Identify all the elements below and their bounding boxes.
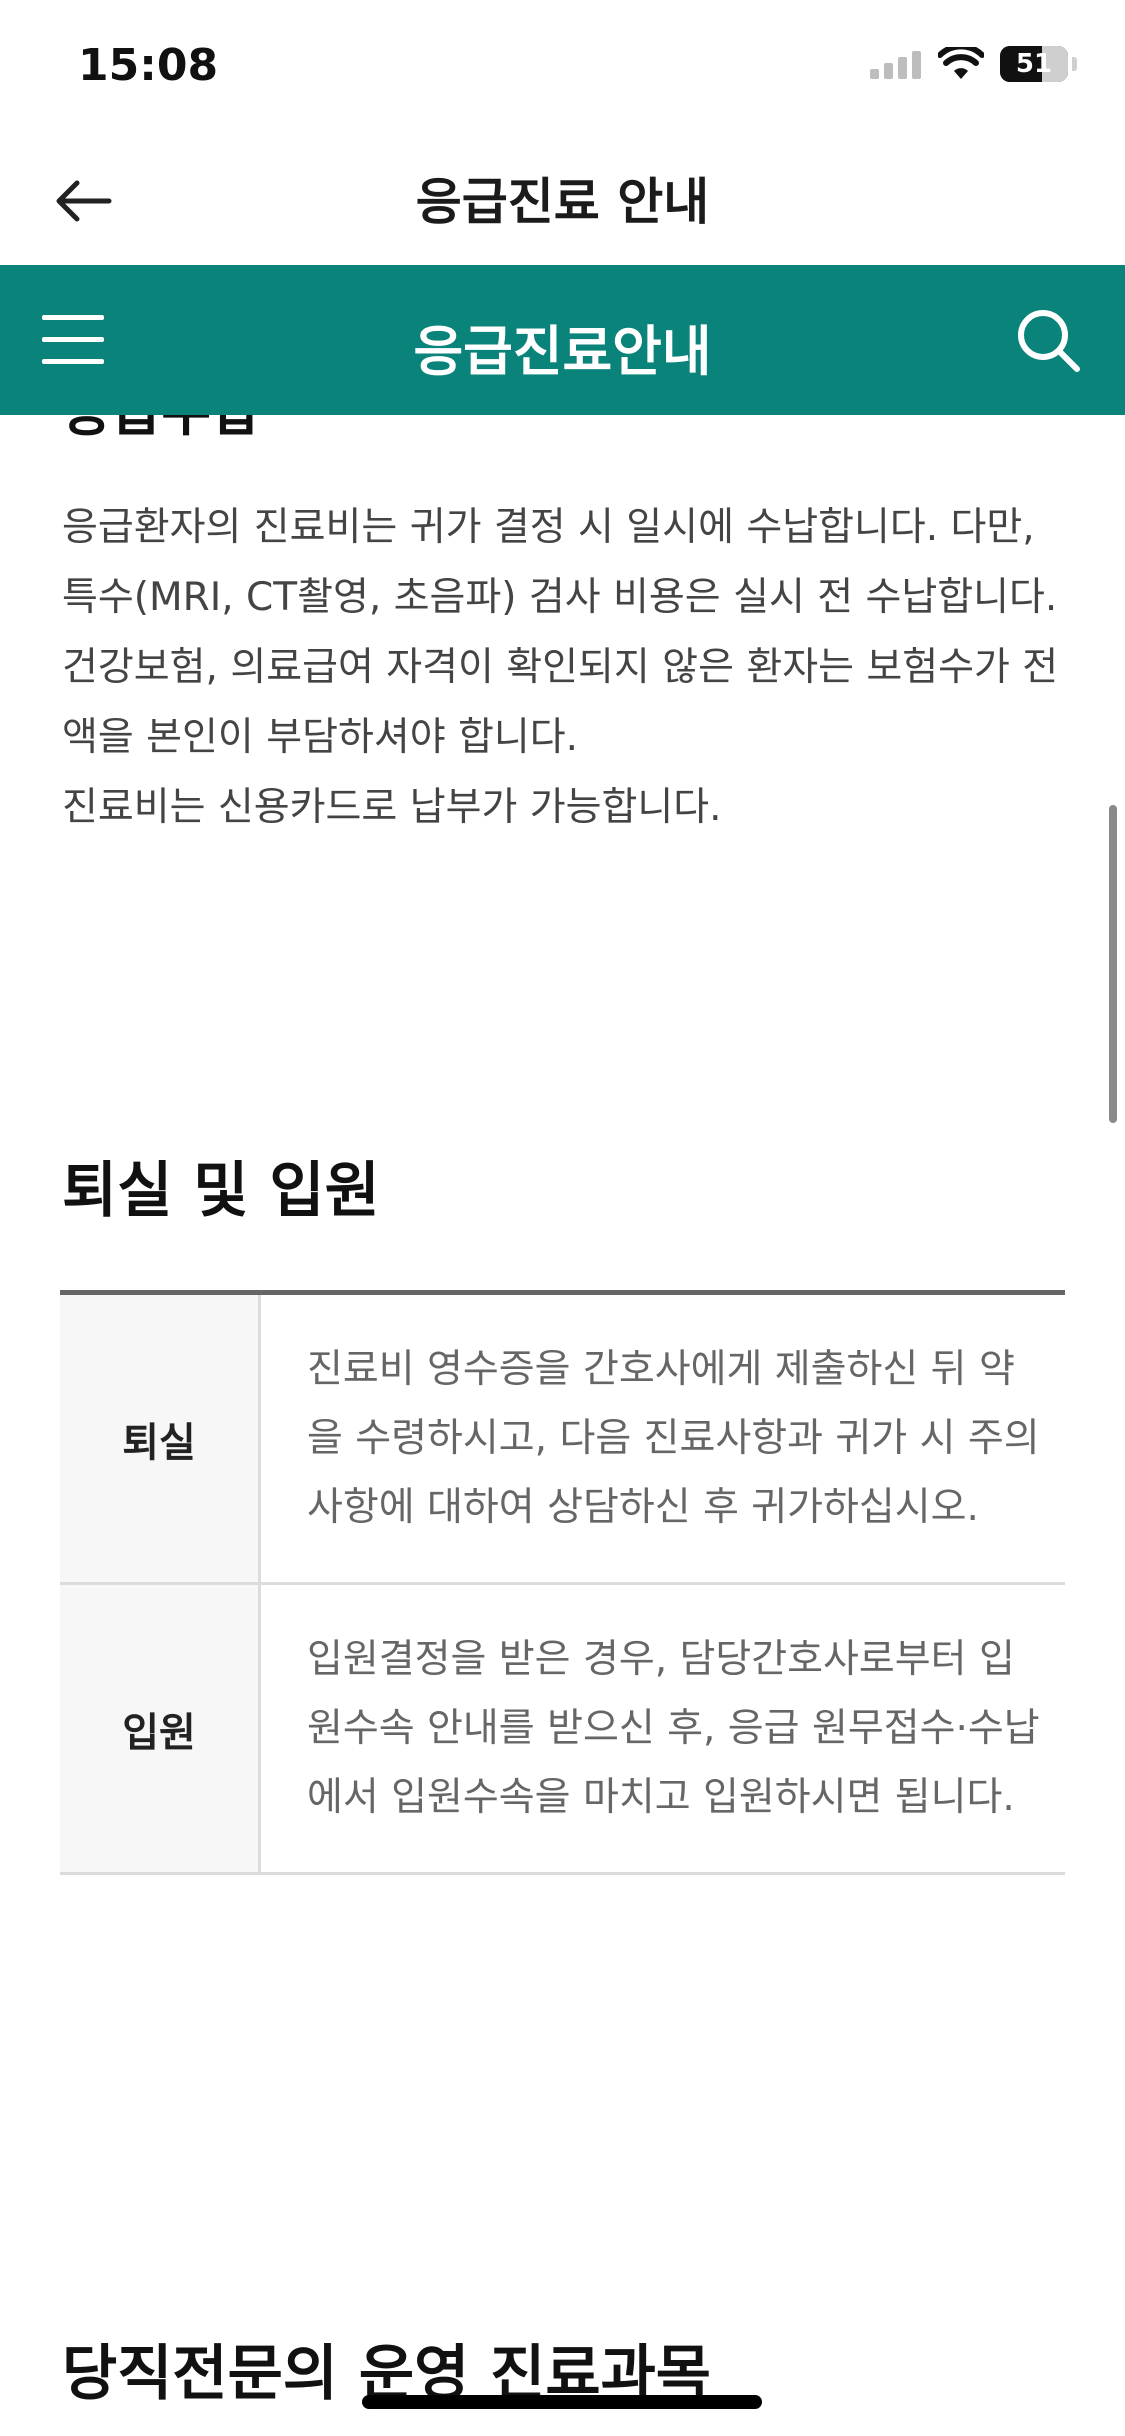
section-header-title: 응급진료안내	[413, 320, 712, 383]
cellular-signal-icon	[870, 51, 921, 79]
nav-bar: 응급진료 안내	[0, 130, 1125, 265]
nav-title: 응급진료 안내	[415, 173, 710, 231]
payment-paragraph: 응급환자의 진료비는 귀가 결정 시 일시에 수납합니다. 다만, 특수(MRI…	[62, 505, 1058, 620]
status-time: 15:08	[78, 40, 219, 91]
table-row: 퇴실 진료비 영수증을 간호사에게 제출하신 뒤 약을 수령하시고, 다음 진료…	[60, 1295, 1065, 1585]
wifi-icon	[938, 47, 984, 79]
row-text: 진료비 영수증을 간호사에게 제출하신 뒤 약을 수령하시고, 다음 진료사항과…	[307, 1347, 1040, 1530]
battery-icon: 51	[1000, 46, 1068, 82]
row-text: 입원결정을 받은 경우, 담당간호사로부터 입원수속 안내를 받으신 후, 응급…	[307, 1637, 1040, 1820]
section-header: 응급진료안내	[0, 265, 1125, 415]
page-content: 응급수납 응급환자의 진료비는 귀가 결정 시 일시에 수납합니다. 다만, 특…	[0, 415, 1125, 2436]
table-row: 입원 입원결정을 받은 경우, 담당간호사로부터 입원수속 안내를 받으신 후,…	[60, 1585, 1065, 1875]
scrollbar[interactable]	[1109, 805, 1117, 1123]
row-label: 입원	[60, 1585, 261, 1872]
home-indicator[interactable]	[362, 2395, 762, 2409]
status-bar: 15:08 51	[0, 0, 1125, 130]
discharge-section-title: 퇴실 및 입원	[62, 1156, 380, 1226]
row-label: 퇴실	[60, 1295, 261, 1582]
payment-heading: 응급수납	[62, 415, 261, 446]
payment-description: 응급환자의 진료비는 귀가 결정 시 일시에 수납합니다. 다만, 특수(MRI…	[62, 493, 1072, 843]
discharge-table: 퇴실 진료비 영수증을 간호사에게 제출하신 뒤 약을 수령하시고, 다음 진료…	[60, 1290, 1065, 1875]
battery-level: 51	[1015, 49, 1053, 79]
search-button[interactable]	[1013, 305, 1083, 375]
status-icons: 51	[870, 46, 1077, 82]
payment-paragraph: 진료비는 신용카드로 납부가 가능합니다.	[62, 785, 722, 830]
search-icon	[1018, 310, 1080, 372]
payment-paragraph: 건강보험, 의료급여 자격이 확인되지 않은 환자는 보험수가 전액을 본인이 …	[62, 645, 1059, 760]
